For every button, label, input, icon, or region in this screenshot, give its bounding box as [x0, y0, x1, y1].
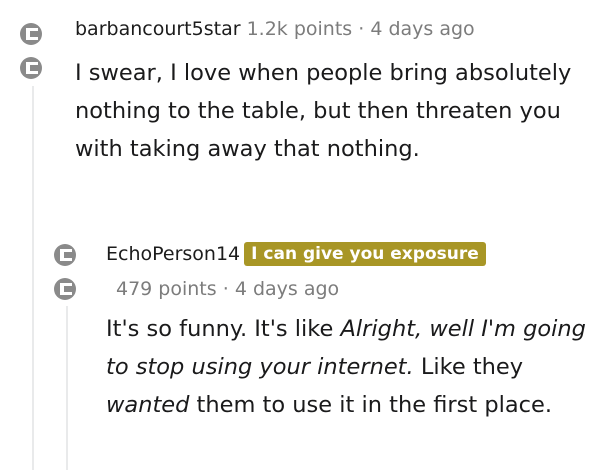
comment-meta-secondary: 479 points · 4 days ago — [116, 277, 339, 301]
points-count: 479 points — [116, 278, 217, 300]
comment-text-italic: wanted — [106, 392, 190, 418]
author-link[interactable]: EchoPerson14 — [106, 243, 240, 265]
user-avatar-icon[interactable] — [53, 243, 77, 267]
comment-body: It's so funny. It's like Alright, well I… — [106, 310, 586, 424]
meta-separator: · — [222, 278, 229, 300]
comment-text: It's so funny. It's like Alright, well I… — [106, 310, 586, 424]
timestamp[interactable]: 4 days ago — [370, 18, 474, 40]
thread-line-reply[interactable] — [66, 306, 68, 470]
author-link[interactable]: barbancourt5star — [75, 18, 241, 40]
comment-text-segment: them to use it in the first place. — [189, 392, 553, 418]
comment-text-segment: Like they — [413, 354, 524, 380]
user-avatar-icon[interactable] — [19, 56, 43, 80]
timestamp[interactable]: 4 days ago — [235, 278, 339, 300]
comment-meta: EchoPerson14 I can give you exposure — [106, 242, 486, 266]
user-avatar-icon[interactable] — [19, 22, 43, 46]
user-flair-badge: I can give you exposure — [244, 242, 486, 266]
comment-meta: barbancourt5star 1.2k points · 4 days ag… — [75, 17, 475, 41]
meta-separator: · — [358, 18, 365, 40]
comment-text-segment: It's so funny. It's like — [106, 316, 341, 342]
user-avatar-icon[interactable] — [53, 277, 77, 301]
thread-line-root[interactable] — [32, 86, 34, 470]
points-count: 1.2k points — [246, 18, 353, 40]
comment-text: I swear, I love when people bring absolu… — [75, 60, 572, 162]
comment-body: I swear, I love when people bring absolu… — [75, 54, 585, 168]
